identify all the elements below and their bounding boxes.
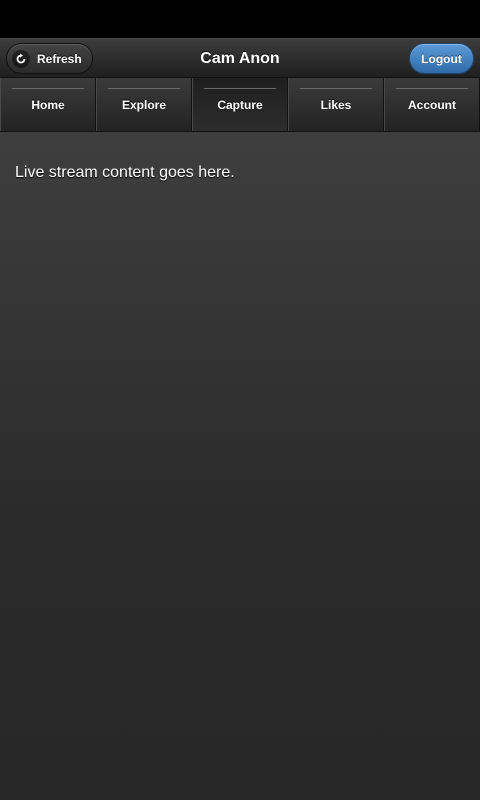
tab-capture[interactable]: Capture — [192, 78, 288, 131]
refresh-icon — [12, 49, 30, 68]
main-content: Live stream content goes here. — [0, 132, 480, 800]
tab-bar: Home Explore Capture Likes Account — [0, 78, 480, 132]
tab-home[interactable]: Home — [0, 78, 96, 131]
tab-likes[interactable]: Likes — [288, 78, 384, 131]
refresh-button-label: Refresh — [37, 51, 82, 66]
header-bar: Refresh Cam Anon Logout — [0, 38, 480, 78]
page-title: Cam Anon — [200, 50, 280, 67]
live-stream-placeholder-text: Live stream content goes here. — [15, 164, 235, 181]
tab-explore[interactable]: Explore — [96, 78, 192, 131]
refresh-button[interactable]: Refresh — [6, 43, 93, 74]
tab-account[interactable]: Account — [384, 78, 480, 131]
logout-button[interactable]: Logout — [409, 43, 474, 74]
status-bar — [0, 0, 480, 38]
